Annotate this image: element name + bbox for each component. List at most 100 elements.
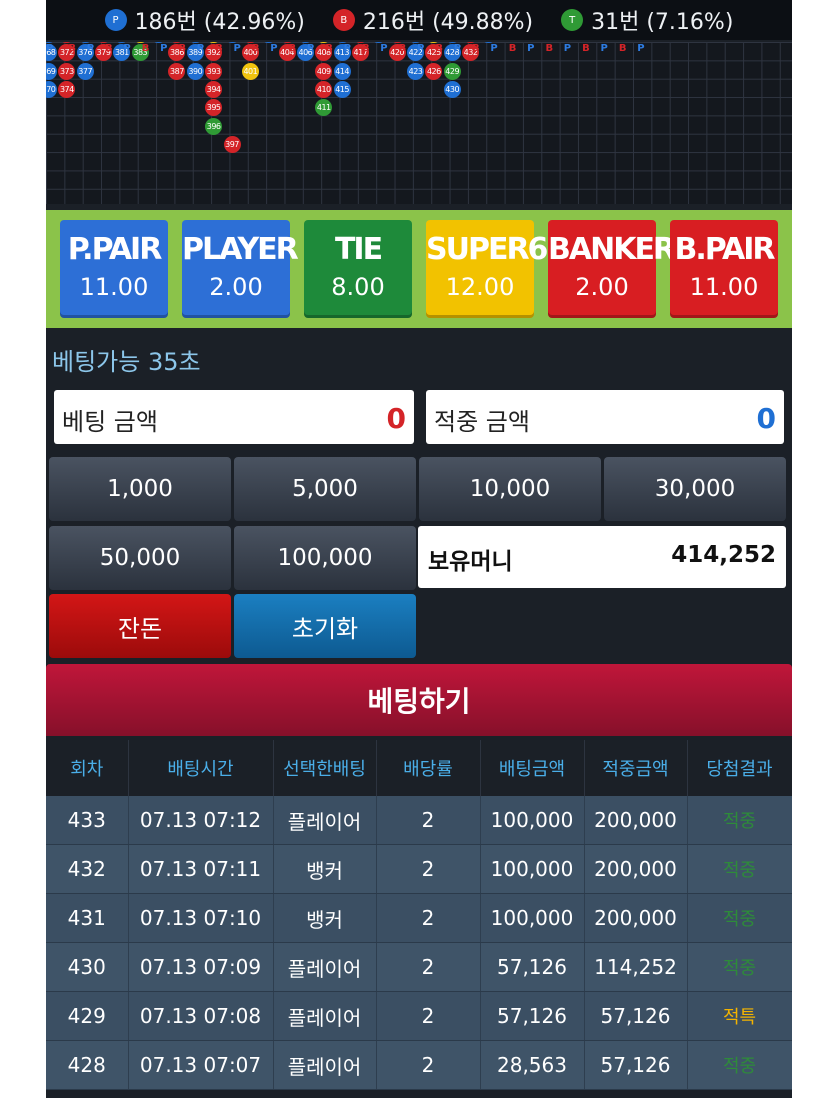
- roadmap-result-P: 415: [333, 81, 351, 99]
- table-cell: 2: [376, 1040, 481, 1090]
- banker-badge-icon: B: [332, 9, 355, 31]
- table-cell: 적특: [687, 991, 792, 1041]
- roadmap-result-B: 409: [315, 62, 333, 80]
- bet-player-button[interactable]: PLAYER 2.00: [182, 220, 299, 318]
- result-stats-bar: P 186번 (42.96%) B 216번 (49.88%) T 31번 (7…: [46, 0, 792, 40]
- chip-1000-button[interactable]: 1,000: [49, 457, 231, 521]
- bet-banker-button[interactable]: BANKER 2.00: [548, 220, 676, 318]
- bet-banker-pair-button[interactable]: B.PAIR 11.00: [670, 220, 778, 318]
- bet-super6-button[interactable]: SUPER6 12.00: [426, 220, 548, 318]
- table-cell: 뱅커: [273, 893, 377, 943]
- roadmap-result-P: 390: [186, 62, 204, 80]
- table-cell: 적중: [687, 1040, 792, 1090]
- balance-box: 보유머니 414,252: [418, 526, 786, 588]
- roadmap-header-P: P: [453, 43, 462, 54]
- roadmap-result-B: 393: [205, 62, 223, 80]
- table-cell: 200,000: [584, 796, 688, 845]
- roadmap-result-P: 370: [46, 81, 57, 99]
- bet-amount-box: 베팅 금액 0: [54, 390, 414, 444]
- table-cell: 2: [376, 942, 481, 992]
- bet-odds: 12.00: [445, 273, 515, 301]
- roadmap-header-P: P: [417, 43, 425, 54]
- roadmap-header-B: B: [398, 43, 407, 54]
- chip-100000-button[interactable]: 100,000: [234, 526, 416, 590]
- roadmap-header-P: P: [343, 43, 351, 54]
- table-cell: 2: [376, 991, 481, 1041]
- chip-5000-button[interactable]: 5,000: [234, 457, 416, 521]
- roadmap-header-B: B: [582, 43, 590, 54]
- roadmap-result-B: 374: [58, 81, 76, 99]
- col-bet-time: 배팅시간: [128, 740, 274, 796]
- chip-30000-button[interactable]: 30,000: [604, 457, 786, 521]
- bet-odds: 2.00: [209, 273, 263, 301]
- bet-label: TIE: [334, 232, 383, 267]
- roadmap-result-B: 426: [425, 62, 443, 80]
- roadmap-grid: 3673683693703713723733743753763773783793…: [46, 42, 792, 204]
- table-cell: 100,000: [480, 844, 585, 894]
- col-odds: 배당률: [376, 740, 481, 796]
- roadmap-result-P: 430: [443, 81, 461, 99]
- banker-stat-text: 216번 (49.88%): [362, 10, 534, 35]
- player-badge-icon: P: [104, 9, 127, 31]
- table-row: 431 07.13 07:10 뱅커 2 100,000 200,000 적중: [46, 893, 792, 943]
- roadmap-header-B: B: [215, 43, 223, 54]
- win-amount-value: 0: [756, 402, 776, 435]
- col-result: 당첨결과: [687, 740, 792, 796]
- roadmap-result-P: 423: [407, 62, 424, 80]
- roadmap-header-B: B: [435, 43, 443, 54]
- table-cell: 57,126: [584, 1040, 688, 1090]
- bet-amount-label: 베팅 금액: [62, 408, 158, 436]
- table-cell: 200,000: [584, 844, 688, 894]
- player-stat-text: 186번 (42.96%): [134, 10, 305, 35]
- col-bet-amount: 배팅금액: [480, 740, 585, 796]
- change-button[interactable]: 잔돈: [49, 594, 231, 658]
- roadmap-header-B: B: [288, 43, 297, 54]
- table-cell: 28,563: [480, 1040, 585, 1090]
- table-cell: 07.13 07:10: [128, 893, 274, 943]
- roadmap-header-P: P: [527, 43, 535, 54]
- bet-label: P.PAIR: [67, 232, 163, 267]
- roadmap-result-T: 411: [315, 99, 333, 117]
- table-cell: 뱅커: [273, 844, 377, 894]
- bet-tie-button[interactable]: TIE 8.00: [304, 220, 412, 318]
- roadmap-header-B: B: [251, 43, 260, 54]
- roadmap-header-B: B: [472, 43, 480, 54]
- table-row: 433 07.13 07:12 플레이어 2 100,000 200,000 적중: [46, 796, 792, 845]
- col-round: 회차: [46, 740, 129, 796]
- bet-player-pair-button[interactable]: P.PAIR 11.00: [60, 220, 168, 318]
- roadmap-result-B: 387: [168, 62, 186, 80]
- roadmap-result-T: 396: [205, 117, 223, 135]
- roadmap-header-P: P: [160, 43, 168, 54]
- table-cell: 적중: [687, 844, 792, 894]
- roadmap-result-B: 395: [205, 99, 223, 117]
- table-row: 428 07.13 07:07 플레이어 2 28,563 57,126 적중: [46, 1040, 792, 1090]
- roadmap-header-P: P: [306, 43, 315, 54]
- roadmap-header-B: B: [508, 43, 517, 54]
- player-stat: P 186번 (42.96%): [104, 4, 305, 36]
- table-cell: 07.13 07:07: [128, 1040, 274, 1090]
- bet-label: PLAYER: [182, 232, 299, 267]
- bet-options: P.PAIR 11.00 PLAYER 2.00 TIE 8.00 SUPER6…: [46, 210, 792, 328]
- reset-button[interactable]: 초기화: [234, 594, 416, 658]
- table-cell: 07.13 07:09: [128, 942, 274, 992]
- roadmap-result-P: 377: [76, 62, 94, 80]
- place-bet-button[interactable]: 베팅하기: [46, 664, 792, 736]
- bet-odds: 11.00: [689, 273, 759, 301]
- roadmap-header-B: B: [545, 43, 554, 54]
- roadmap-result-B: 373: [58, 62, 76, 80]
- table-cell: 07.13 07:08: [128, 991, 274, 1041]
- bet-odds: 8.00: [331, 273, 385, 301]
- table-cell: 57,126: [480, 991, 585, 1041]
- roadmap-result-B: 410: [315, 81, 333, 99]
- col-win-amount: 적중금액: [584, 740, 688, 796]
- table-row: 432 07.13 07:11 뱅커 2 100,000 200,000 적중: [46, 844, 792, 894]
- table-cell: 2: [376, 893, 481, 943]
- chip-50000-button[interactable]: 50,000: [49, 526, 231, 590]
- roadmap-header: PBPBPBPBPBPBPBPBPBPBPBPBPBPBPBPBP: [46, 42, 792, 58]
- chip-10000-button[interactable]: 10,000: [419, 457, 601, 521]
- table-row: 430 07.13 07:09 플레이어 2 57,126 114,252 적중: [46, 942, 792, 992]
- table-cell: 07.13 07:11: [128, 844, 274, 894]
- table-cell: 플레이어: [273, 1040, 377, 1090]
- roadmap-header-P: P: [270, 43, 278, 54]
- table-cell: 07.13 07:12: [128, 796, 274, 845]
